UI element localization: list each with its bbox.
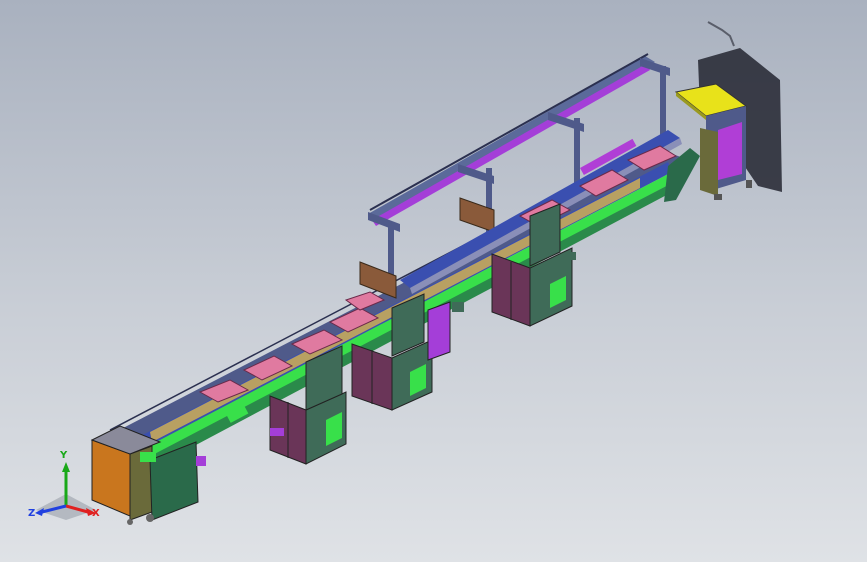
assembly-model[interactable] <box>0 0 867 562</box>
coordinate-triad: Y X Z <box>26 450 106 522</box>
y-axis-label: Y <box>60 450 68 461</box>
station-3-cabinet[interactable] <box>491 0 573 327</box>
x-axis-label: X <box>92 508 100 519</box>
cad-viewport[interactable]: Y X Z <box>0 0 867 562</box>
z-axis-label: Z <box>28 508 36 519</box>
